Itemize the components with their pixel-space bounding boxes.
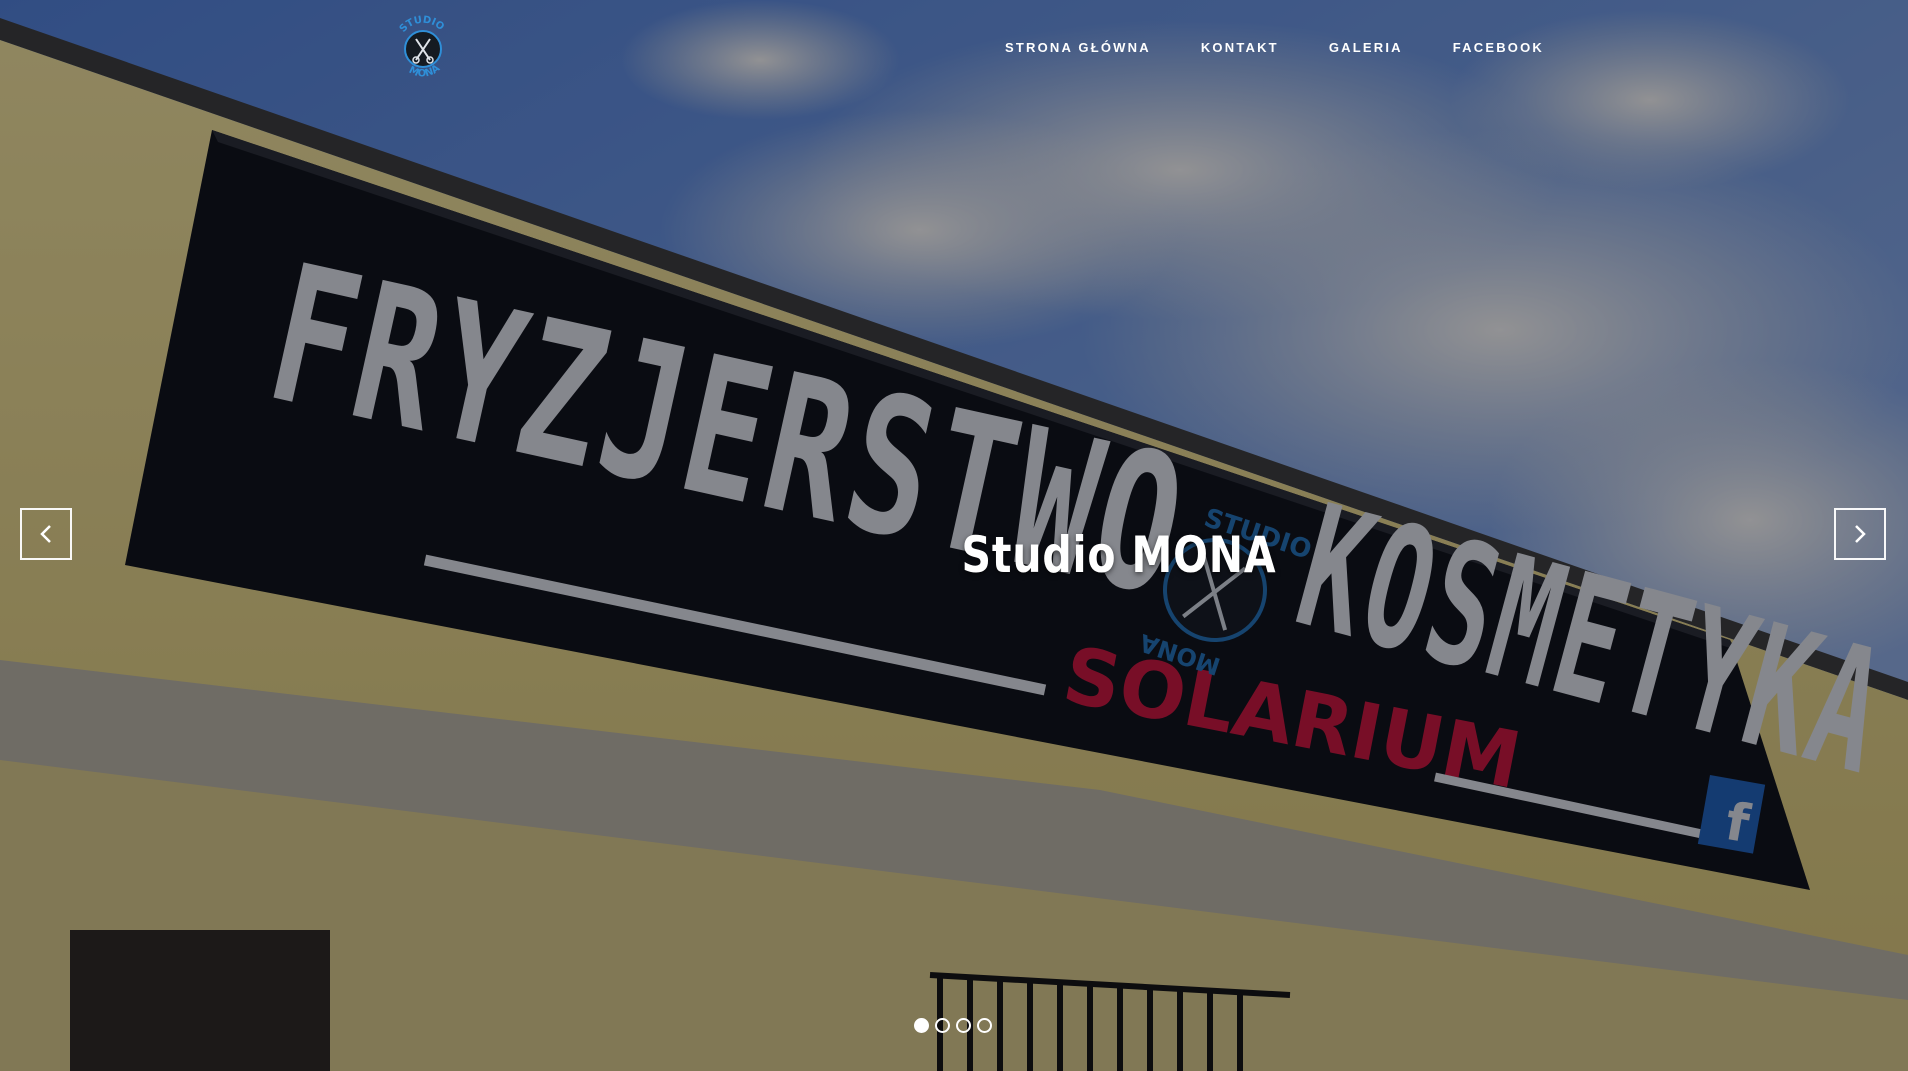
slider-dot-3[interactable]	[956, 1018, 971, 1033]
nav-galeria[interactable]: GALERIA	[1329, 40, 1403, 55]
chevron-right-icon	[1855, 525, 1866, 543]
hero-slider: FRYZJERSTWO KOSMETYKA SOLARIUM STUDIO MO…	[0, 0, 1908, 1071]
scissors-icon: STUDIO MONA	[398, 15, 446, 80]
slide-title: Studio MONA	[961, 526, 1277, 584]
slider-next-button[interactable]	[1834, 508, 1886, 560]
slider-prev-button[interactable]	[20, 508, 72, 560]
slider-dot-2[interactable]	[935, 1018, 950, 1033]
chevron-left-icon	[40, 525, 51, 543]
slider-dot-4[interactable]	[977, 1018, 992, 1033]
nav-strona-glowna[interactable]: STRONA GŁÓWNA	[1005, 40, 1151, 55]
nav-facebook[interactable]: FACEBOOK	[1453, 40, 1544, 55]
slider-dot-1[interactable]	[914, 1018, 929, 1033]
studio-mona-logo[interactable]: STUDIO MONA	[394, 14, 452, 84]
site-header: STUDIO MONA STRONA GŁÓWNA KONTAKT GALERI…	[0, 0, 1908, 100]
slide-caption: Studio MONA	[0, 526, 1908, 584]
main-navigation: STRONA GŁÓWNA KONTAKT GALERIA FACEBOOK	[1005, 40, 1544, 55]
slider-pagination	[914, 1018, 992, 1033]
nav-kontakt[interactable]: KONTAKT	[1201, 40, 1279, 55]
